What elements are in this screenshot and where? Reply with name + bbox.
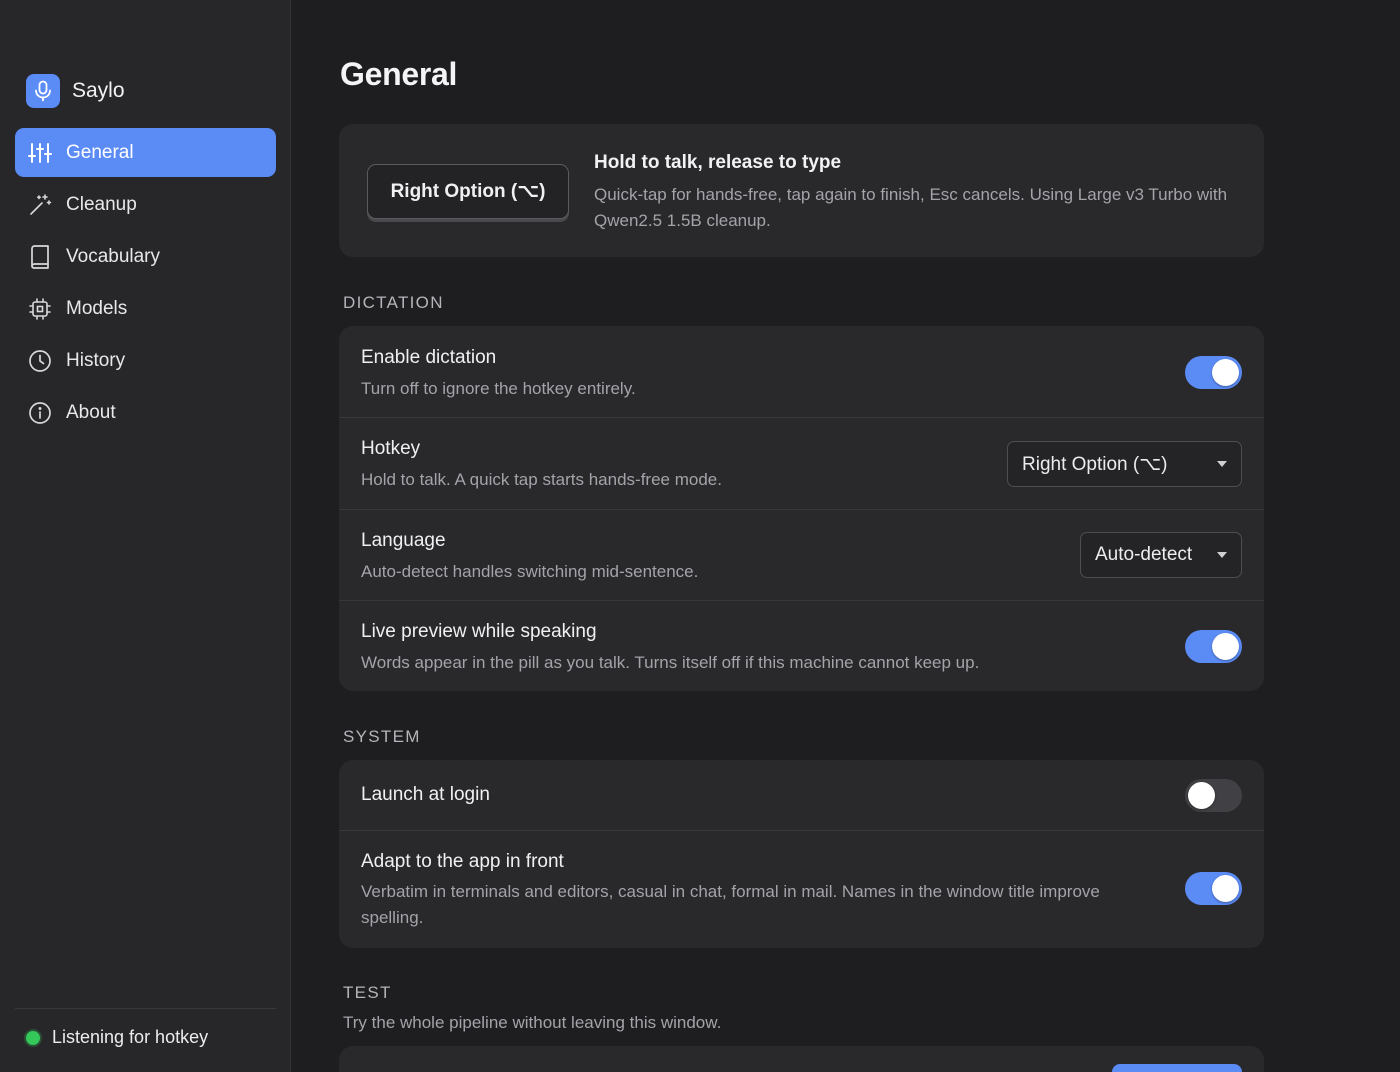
adapt-to-app-toggle[interactable] (1185, 872, 1242, 905)
sidebar-item-label: Cleanup (66, 193, 137, 215)
setting-row-enable-dictation: Enable dictation Turn off to ignore the … (339, 326, 1264, 417)
sidebar-item-label: About (66, 401, 116, 423)
setting-title: Hotkey (361, 438, 421, 459)
sliders-icon (27, 140, 53, 166)
sidebar-item-about[interactable]: About (15, 388, 276, 437)
section-heading-system: SYSTEM (343, 727, 421, 746)
setting-row-adapt-to-app: Adapt to the app in front Verbatim in te… (339, 830, 1264, 948)
enable-dictation-toggle[interactable] (1185, 356, 1242, 389)
launch-at-login-toggle[interactable] (1185, 779, 1242, 812)
sidebar-item-label: Vocabulary (66, 245, 161, 267)
hotkey-summary-description: Quick-tap for hands-free, tap again to f… (594, 185, 1228, 230)
toggle-knob (1212, 875, 1239, 902)
setting-row-launch-at-login: Launch at login (339, 760, 1264, 830)
section-heading-test: TEST (343, 983, 392, 1002)
sidebar: Saylo General Cleanup Vocabulary Models … (0, 0, 291, 1072)
setting-title: Language (361, 530, 446, 551)
chip-icon (27, 296, 53, 322)
setting-title: Live preview while speaking (361, 621, 597, 642)
hotkey-select-value: Right Option (⌥) (1022, 453, 1168, 475)
toggle-knob (1212, 359, 1239, 386)
language-select[interactable]: Auto-detect (1080, 532, 1242, 578)
chevron-down-icon (1217, 552, 1227, 558)
setting-description: Words appear in the pill as you talk. Tu… (361, 653, 980, 672)
setting-description: Auto-detect handles switching mid-senten… (361, 562, 699, 581)
section-heading-dictation: DICTATION (343, 293, 444, 312)
sidebar-item-vocabulary[interactable]: Vocabulary (15, 232, 276, 281)
book-icon (27, 244, 53, 270)
status-text: Listening for hotkey (52, 1027, 209, 1047)
status-indicator-dot (26, 1030, 40, 1045)
sidebar-item-label: General (66, 141, 134, 163)
sidebar-item-label: History (66, 349, 126, 371)
listening-status: Listening for hotkey (26, 1027, 208, 1048)
sidebar-nav: General Cleanup Vocabulary Models Histor… (15, 128, 276, 440)
hotkey-summary-title: Hold to talk, release to type (594, 152, 842, 173)
test-card (339, 1046, 1264, 1072)
app-name: Saylo (72, 79, 125, 102)
sidebar-item-history[interactable]: History (15, 336, 276, 385)
sidebar-item-general[interactable]: General (15, 128, 276, 177)
toggle-knob (1212, 633, 1239, 660)
magic-wand-icon (27, 192, 53, 218)
app-brand: Saylo (26, 74, 125, 108)
hotkey-keycap[interactable]: Right Option (⌥) (367, 164, 569, 219)
hotkey-summary-card: Right Option (⌥) Hold to talk, release t… (339, 124, 1264, 257)
microphone-icon (26, 74, 60, 108)
sidebar-item-label: Models (66, 297, 128, 319)
dictation-card: Enable dictation Turn off to ignore the … (339, 326, 1264, 691)
setting-description: Turn off to ignore the hotkey entirely. (361, 379, 636, 398)
setting-row-hotkey: Hotkey Hold to talk. A quick tap starts … (339, 417, 1264, 509)
test-action-button[interactable] (1112, 1064, 1242, 1072)
setting-title: Launch at login (361, 784, 490, 805)
language-select-value: Auto-detect (1095, 544, 1193, 565)
hotkey-select[interactable]: Right Option (⌥) (1007, 441, 1242, 487)
page-title: General (340, 56, 458, 92)
test-section-subtitle: Try the whole pipeline without leaving t… (343, 1013, 722, 1032)
chevron-down-icon (1217, 461, 1227, 467)
settings-main: General Right Option (⌥) Hold to talk, r… (292, 0, 1400, 1072)
live-preview-toggle[interactable] (1185, 630, 1242, 663)
setting-description: Hold to talk. A quick tap starts hands-f… (361, 470, 722, 489)
sidebar-item-models[interactable]: Models (15, 284, 276, 333)
setting-title: Adapt to the app in front (361, 851, 564, 872)
toggle-knob (1188, 782, 1215, 809)
setting-row-language: Language Auto-detect handles switching m… (339, 509, 1264, 600)
setting-description: Verbatim in terminals and editors, casua… (361, 882, 1100, 927)
setting-row-live-preview: Live preview while speaking Words appear… (339, 600, 1264, 691)
info-icon (27, 400, 53, 426)
clock-icon (27, 348, 53, 374)
sidebar-item-cleanup[interactable]: Cleanup (15, 180, 276, 229)
sidebar-divider (15, 1008, 276, 1009)
setting-title: Enable dictation (361, 347, 497, 368)
system-card: Launch at login Adapt to the app in fron… (339, 760, 1264, 948)
